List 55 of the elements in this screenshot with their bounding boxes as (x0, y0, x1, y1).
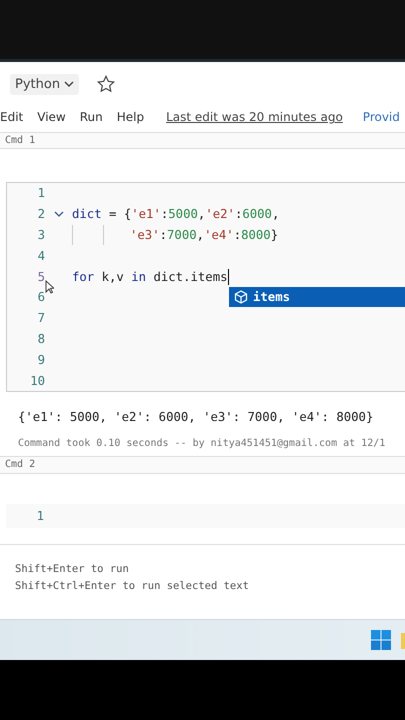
code-token: } (270, 228, 278, 242)
cell-output: {'e1': 5000, 'e2': 6000, 'e3': 7000, 'e4': 8000} (17, 409, 374, 424)
line-number: 6 (36, 290, 45, 304)
cell-label: Cmd 2 (5, 459, 36, 470)
code-token: 6000 (242, 207, 272, 222)
code-token: 8000 (241, 228, 271, 242)
line-number: 7 (36, 311, 45, 326)
mouse-pointer-icon (45, 280, 54, 294)
chevron-down-icon[interactable] (54, 210, 64, 218)
line-number: 9 (36, 352, 45, 367)
line-number: 1 (36, 508, 44, 523)
shortcut-hint: Shift+Ctrl+Enter to run selected text (15, 580, 250, 592)
code-token: , (272, 207, 280, 222)
line-number: 2 (36, 207, 45, 222)
windows-logo-icon[interactable] (371, 630, 391, 650)
code-token: , (196, 228, 204, 242)
line-number: 5 (36, 270, 45, 284)
code-token: 'e3' (130, 228, 160, 242)
line-number: 10 (29, 374, 45, 388)
language-dropdown[interactable]: Python (10, 74, 80, 95)
code-token: 7000 (167, 228, 197, 242)
code-editor[interactable]: 1 (6, 504, 405, 528)
code-token: for (72, 270, 94, 284)
menu-item[interactable]: Edit (0, 110, 24, 124)
code-token: 'e4' (204, 228, 234, 242)
code-token: 'e1' (131, 207, 161, 222)
code-token: dict (72, 207, 102, 222)
line-number: 8 (36, 332, 45, 346)
code-token: 5000 (168, 207, 198, 222)
menu-item[interactable]: Run (80, 110, 103, 124)
code-editor[interactable]: 1 2 dict = {'e1':5000,'e2':6000, 3 'e3':7000,'e4':8000} 4 5 for k,v in dict.items 6 7 8 9 10 items (6, 182, 405, 392)
code-token: in (131, 270, 146, 284)
menu-item[interactable]: Help (116, 110, 144, 124)
line-number: 4 (36, 248, 45, 263)
cell-label: Cmd 1 (5, 134, 36, 146)
line-number: 1 (36, 186, 45, 200)
code-token: k,v (100, 270, 125, 284)
menu-item[interactable]: View (37, 110, 66, 124)
shortcut-hint: Shift+Enter to run (15, 563, 130, 576)
last-edit-link[interactable]: Last edit was 20 minutes ago (166, 110, 343, 124)
code-token: , (198, 207, 206, 222)
code-token: : (234, 228, 242, 242)
cube-icon (234, 290, 248, 304)
provider-link[interactable]: Provid (362, 110, 400, 124)
command-status: Command took 0.10 seconds -- by nitya451451@gmail.com at 12/1 (17, 437, 386, 452)
chevron-down-icon (64, 80, 74, 88)
code-token: : (160, 207, 168, 222)
star-icon[interactable] (97, 75, 116, 94)
code-token: = { (108, 207, 132, 222)
code-token: : (234, 207, 242, 222)
code-token: dict.items (152, 270, 228, 284)
code-token: : (160, 228, 168, 242)
autocomplete-item[interactable]: items (229, 287, 405, 308)
code-token: 'e2' (205, 207, 235, 222)
line-number: 3 (36, 228, 45, 242)
